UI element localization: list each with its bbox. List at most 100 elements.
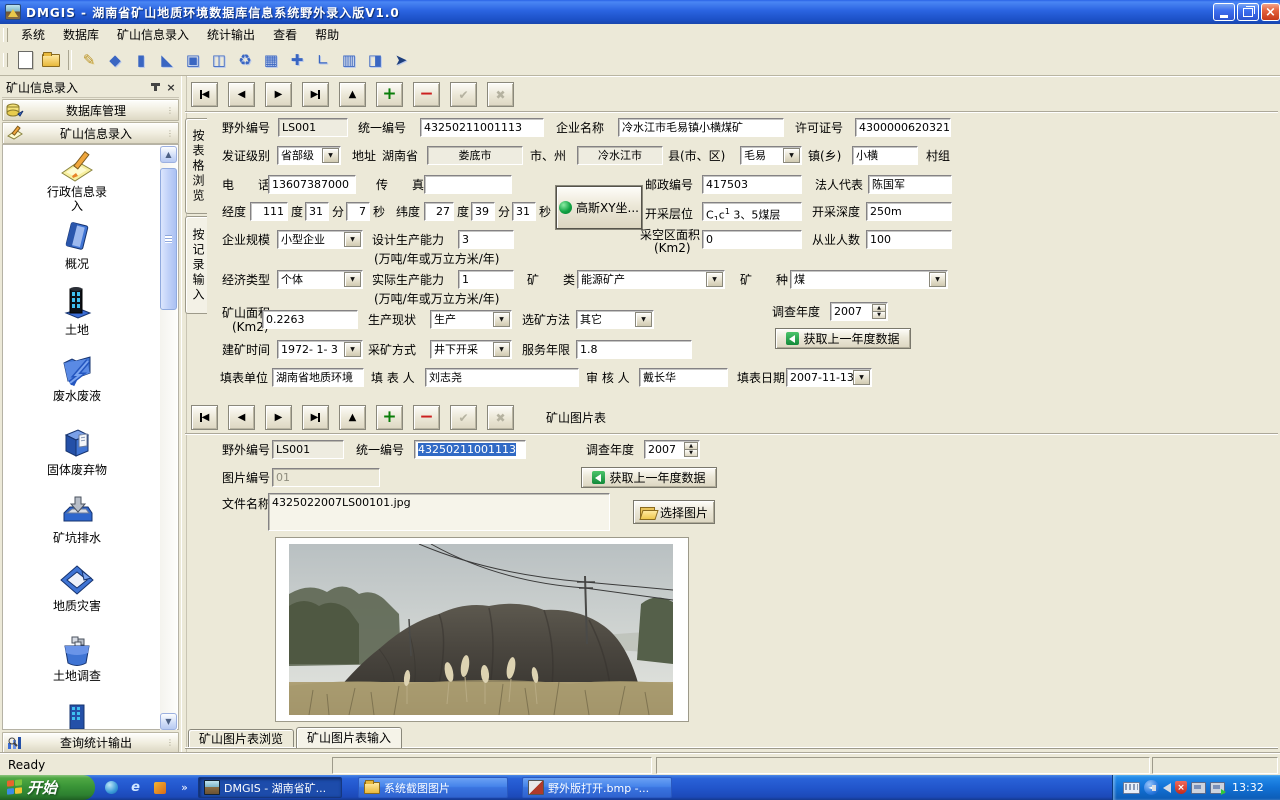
geo-hazard-toolbar-button[interactable]: ♻ <box>233 48 257 72</box>
photo-nav-first-button[interactable]: ◀ <box>191 405 218 430</box>
workers-input[interactable]: 100 <box>866 230 952 249</box>
fill-unit-input[interactable]: 湖南省地质环境 <box>272 368 364 387</box>
sidebar-item-overview[interactable]: 概况 <box>7 219 147 271</box>
lng-min-input[interactable]: 31 <box>305 202 329 221</box>
menu-help[interactable]: 帮助 <box>306 26 348 44</box>
county-select[interactable]: 毛易 <box>740 146 802 165</box>
reviewer-input[interactable]: 戴长华 <box>639 368 728 387</box>
taskbar-task-paint[interactable]: 野外版打开.bmp -... <box>522 777 672 798</box>
lng-sec-input[interactable]: 7 <box>346 202 370 221</box>
fetch-prev-year-button[interactable]: 获取上一年度数据 <box>775 328 911 349</box>
flow-toolbar-button[interactable]: ✚ <box>285 48 309 72</box>
mine-kind-select[interactable]: 煤 <box>790 270 948 289</box>
license-input[interactable]: 4300000620321 <box>855 118 951 137</box>
photo-field-no-input[interactable]: LS001 <box>272 440 344 459</box>
nav-prev-button[interactable]: ◀ <box>228 82 255 107</box>
company-input[interactable]: 冷水江市毛易镇小横煤矿 <box>618 118 784 137</box>
sidebar-item-land[interactable]: 土地 <box>7 285 147 337</box>
field-no-input[interactable]: LS001 <box>278 118 348 137</box>
menu-gripper[interactable] <box>3 28 8 42</box>
nav-confirm-button[interactable]: ✔ <box>450 82 477 107</box>
nav-next-button[interactable]: ▶ <box>265 82 292 107</box>
admin-entry-toolbar-button[interactable]: ✎ <box>77 48 101 72</box>
chevron-down-icon[interactable] <box>853 370 870 385</box>
sidebar-item-solid-waste[interactable]: 固体废弃物 <box>7 425 147 477</box>
photo-nav-next-button[interactable]: ▶ <box>265 405 292 430</box>
quick-launch-overflow[interactable]: » <box>176 779 193 796</box>
network-icon[interactable] <box>1191 782 1206 794</box>
real-cap-input[interactable]: 1 <box>458 270 514 289</box>
chevron-down-icon[interactable] <box>929 272 946 287</box>
sidebar-close-button[interactable]: × <box>163 80 179 94</box>
file-name-input[interactable]: 4325022007LS00101.jpg <box>268 493 610 531</box>
menu-view[interactable]: 查看 <box>264 26 306 44</box>
photo-nav-delete-button[interactable]: − <box>413 405 440 430</box>
sidebar-group-database[interactable]: 数据库管理 ⋮ <box>2 99 179 121</box>
box-toolbar-button[interactable]: ◨ <box>363 48 387 72</box>
sidebar-item-geo-hazard[interactable]: 地质灾害 <box>7 563 147 613</box>
sidebar-item-land-survey[interactable]: 土地调查 <box>7 633 147 683</box>
goaf-input[interactable]: 0 <box>702 230 802 249</box>
nav-first-button[interactable]: ◀ <box>191 82 218 107</box>
econ-select[interactable]: 个体 <box>277 270 363 289</box>
mining-method-select[interactable]: 井下开采 <box>430 340 512 359</box>
lat-deg-input[interactable]: 27 <box>424 202 454 221</box>
service-years-input[interactable]: 1.8 <box>576 340 692 359</box>
security-shield-icon[interactable]: × <box>1175 781 1187 794</box>
chevron-down-icon[interactable] <box>783 148 800 163</box>
waste-water-toolbar-button[interactable]: ◣ <box>155 48 179 72</box>
dressing-select[interactable]: 其它 <box>576 310 654 329</box>
tab-input-by-record[interactable]: 按记录输入 <box>185 216 207 314</box>
minimize-button[interactable] <box>1213 3 1235 21</box>
zip-input[interactable]: 417503 <box>702 175 802 194</box>
lng-deg-input[interactable]: 111 <box>250 202 288 221</box>
column-toolbar-button[interactable]: ∟ <box>311 48 335 72</box>
taskbar-clock[interactable]: 13:32 <box>1232 781 1264 794</box>
menu-database[interactable]: 数据库 <box>54 26 108 44</box>
lat-sec-input[interactable]: 31 <box>512 202 536 221</box>
update-icon[interactable] <box>1210 782 1225 794</box>
spin-down-icon[interactable]: ▼ <box>872 311 886 319</box>
chevron-down-icon[interactable] <box>493 342 510 357</box>
pic-no-input[interactable]: 01 <box>272 468 380 487</box>
media-player-icon[interactable] <box>151 779 168 796</box>
depth-input[interactable]: 250m <box>866 202 952 221</box>
uid-input[interactable]: 43250211001113 <box>420 118 544 137</box>
buildings-toolbar-button[interactable]: ▥ <box>337 48 361 72</box>
sidebar-scrollbar[interactable]: ▲ ▼ <box>160 146 177 730</box>
chevron-down-icon[interactable] <box>706 272 723 287</box>
city-input[interactable]: 娄底市 <box>427 146 523 165</box>
city2-input[interactable]: 冷水江市 <box>577 146 663 165</box>
pit-drainage-toolbar-button[interactable]: ◫ <box>207 48 231 72</box>
tab-photo-input[interactable]: 矿山图片表输入 <box>296 727 402 748</box>
taskbar-task-screenshots-folder[interactable]: 系统截图图片 <box>358 777 508 798</box>
new-document-button[interactable] <box>13 48 37 72</box>
sidebar-item-partial[interactable] <box>7 703 147 729</box>
sidebar-group-query-stats[interactable]: 查询统计输出 ⋮ <box>2 732 179 753</box>
nav-add-button[interactable]: + <box>376 82 403 107</box>
exit-toolbar-button[interactable]: ➤ <box>389 48 413 72</box>
cert-level-select[interactable]: 省部级 <box>277 146 341 165</box>
status-select[interactable]: 生产 <box>430 310 512 329</box>
chevron-down-icon[interactable] <box>344 342 361 357</box>
sidebar-item-pit-drainage[interactable]: 矿坑排水 <box>7 493 147 545</box>
chevron-down-icon[interactable] <box>322 148 339 163</box>
sidebar-item-waste-water[interactable]: 废水废液 <box>7 351 147 403</box>
scroll-down-button[interactable]: ▼ <box>160 713 177 730</box>
chevron-down-icon[interactable] <box>635 312 652 327</box>
sidebar-group-mine-entry[interactable]: 矿山信息录入 ⋮ <box>2 122 179 144</box>
restore-button[interactable] <box>1237 3 1259 21</box>
survey-year-spinner[interactable]: 2007 ▲ ▼ <box>830 302 888 321</box>
pin-button[interactable] <box>147 80 163 94</box>
photo-year-spinner[interactable]: 2007 ▲ ▼ <box>644 440 700 459</box>
nav-last-button[interactable]: ▶ <box>302 82 329 107</box>
close-button[interactable]: × <box>1261 3 1280 21</box>
toolbar-gripper[interactable] <box>3 53 8 67</box>
scroll-up-button[interactable]: ▲ <box>160 146 177 163</box>
taskbar-task-dmgis[interactable]: DMGIS - 湖南省矿... <box>198 777 342 798</box>
open-button[interactable] <box>39 48 63 72</box>
solid-waste-toolbar-button[interactable]: ▣ <box>181 48 205 72</box>
fill-person-input[interactable]: 刘志尧 <box>425 368 579 387</box>
layer-input[interactable]: C1c1 3、5煤层 <box>702 202 802 221</box>
volume-icon[interactable] <box>1163 783 1171 793</box>
